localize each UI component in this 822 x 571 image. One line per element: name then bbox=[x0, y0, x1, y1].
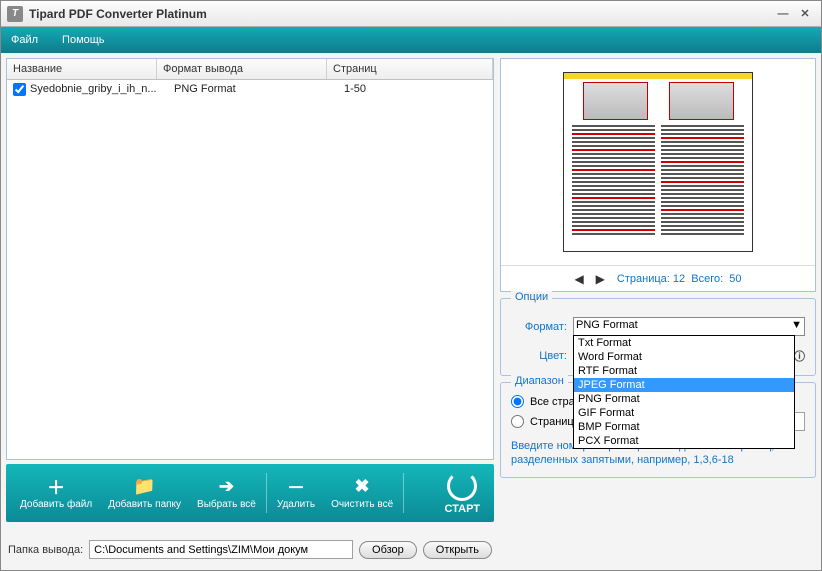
col-header-name[interactable]: Название bbox=[7, 59, 157, 79]
format-option[interactable]: GIF Format bbox=[574, 406, 794, 420]
format-row: Формат: PNG Format▼ Txt FormatWord Forma… bbox=[511, 317, 805, 336]
add-file-button[interactable]: ＋ Добавить файл bbox=[12, 473, 100, 514]
right-pane: ◀ ▶ Страница: 12 Всего: 50 Опции Формат:… bbox=[500, 58, 816, 565]
document-thumbnail bbox=[563, 72, 753, 252]
format-label: Формат: bbox=[511, 321, 567, 333]
next-page-button[interactable]: ▶ bbox=[596, 272, 605, 286]
format-option[interactable]: RTF Format bbox=[574, 364, 794, 378]
format-option[interactable]: PCX Format bbox=[574, 434, 794, 448]
refresh-icon bbox=[447, 471, 477, 501]
format-select[interactable]: PNG Format▼ bbox=[573, 317, 805, 336]
page-info: Страница: 12 Всего: 50 bbox=[617, 273, 742, 285]
x-icon: ✖ bbox=[352, 477, 372, 497]
row-pages: 1-50 bbox=[344, 83, 487, 96]
preview-nav: ◀ ▶ Страница: 12 Всего: 50 bbox=[501, 265, 815, 291]
toolbar-separator bbox=[266, 473, 267, 513]
format-option[interactable]: Word Format bbox=[574, 350, 794, 364]
menu-help[interactable]: Помощь bbox=[62, 34, 105, 46]
options-group: Опции Формат: PNG Format▼ Txt FormatWord… bbox=[500, 298, 816, 376]
add-file-label: Добавить файл bbox=[20, 499, 92, 510]
color-info-icon[interactable]: ⓘ bbox=[794, 348, 805, 364]
arrow-right-icon: ➔ bbox=[216, 477, 236, 497]
plus-icon: ＋ bbox=[46, 477, 66, 497]
remove-label: Удалить bbox=[277, 499, 315, 510]
add-folder-label: Добавить папку bbox=[108, 499, 181, 510]
preview-panel: ◀ ▶ Страница: 12 Всего: 50 bbox=[500, 58, 816, 292]
remove-button[interactable]: － Удалить bbox=[269, 473, 323, 514]
list-row[interactable]: Syedobnie_griby_i_ih_n... PNG Format 1-5… bbox=[7, 80, 493, 99]
action-toolbar: ＋ Добавить файл 📁 Добавить папку ➔ Выбра… bbox=[6, 464, 494, 522]
row-checkbox[interactable] bbox=[13, 83, 26, 96]
file-list: Название Формат вывода Страниц Syedobnie… bbox=[6, 58, 494, 460]
output-path-input[interactable] bbox=[89, 540, 353, 559]
output-label: Папка вывода: bbox=[8, 544, 83, 556]
preview-page bbox=[501, 59, 815, 265]
select-all-button[interactable]: ➔ Выбрать всё bbox=[189, 473, 264, 514]
col-header-pages[interactable]: Страниц bbox=[327, 59, 493, 79]
format-dropdown: Txt FormatWord FormatRTF FormatJPEG Form… bbox=[573, 335, 795, 449]
clear-all-label: Очистить всё bbox=[331, 499, 393, 510]
format-option[interactable]: JPEG Format bbox=[574, 378, 794, 392]
close-button[interactable]: ✕ bbox=[795, 5, 815, 23]
format-option[interactable]: BMP Format bbox=[574, 420, 794, 434]
folder-plus-icon: 📁 bbox=[135, 477, 155, 497]
menubar: Файл Помощь bbox=[1, 27, 821, 53]
minus-icon: － bbox=[286, 477, 306, 497]
app-window: T Tipard PDF Converter Platinum — ✕ Файл… bbox=[0, 0, 822, 571]
app-logo-icon: T bbox=[7, 6, 23, 22]
color-label: Цвет: bbox=[511, 350, 567, 362]
select-all-label: Выбрать всё bbox=[197, 499, 256, 510]
start-button[interactable]: СТАРТ bbox=[436, 471, 488, 515]
range-all-radio[interactable] bbox=[511, 395, 524, 408]
content-area: Название Формат вывода Страниц Syedobnie… bbox=[1, 53, 821, 570]
output-row: Папка вывода: Обзор Открыть bbox=[6, 536, 494, 565]
clear-all-button[interactable]: ✖ Очистить всё bbox=[323, 473, 401, 514]
minimize-button[interactable]: — bbox=[773, 5, 793, 23]
browse-button[interactable]: Обзор bbox=[359, 541, 417, 559]
options-legend: Опции bbox=[511, 291, 552, 303]
left-pane: Название Формат вывода Страниц Syedobnie… bbox=[6, 58, 494, 565]
open-button[interactable]: Открыть bbox=[423, 541, 492, 559]
list-header: Название Формат вывода Страниц bbox=[7, 59, 493, 80]
format-option[interactable]: PNG Format bbox=[574, 392, 794, 406]
row-format: PNG Format bbox=[174, 83, 344, 96]
row-name: Syedobnie_griby_i_ih_n... bbox=[30, 83, 174, 96]
start-label: СТАРТ bbox=[444, 503, 480, 515]
prev-page-button[interactable]: ◀ bbox=[574, 272, 583, 286]
menu-file[interactable]: Файл bbox=[11, 34, 38, 46]
range-pages-radio[interactable] bbox=[511, 415, 524, 428]
window-title: Tipard PDF Converter Platinum bbox=[29, 7, 771, 21]
titlebar: T Tipard PDF Converter Platinum — ✕ bbox=[1, 1, 821, 27]
format-option[interactable]: Txt Format bbox=[574, 336, 794, 350]
range-legend: Диапазон bbox=[511, 375, 568, 387]
toolbar-separator bbox=[403, 473, 404, 513]
col-header-format[interactable]: Формат вывода bbox=[157, 59, 327, 79]
add-folder-button[interactable]: 📁 Добавить папку bbox=[100, 473, 189, 514]
